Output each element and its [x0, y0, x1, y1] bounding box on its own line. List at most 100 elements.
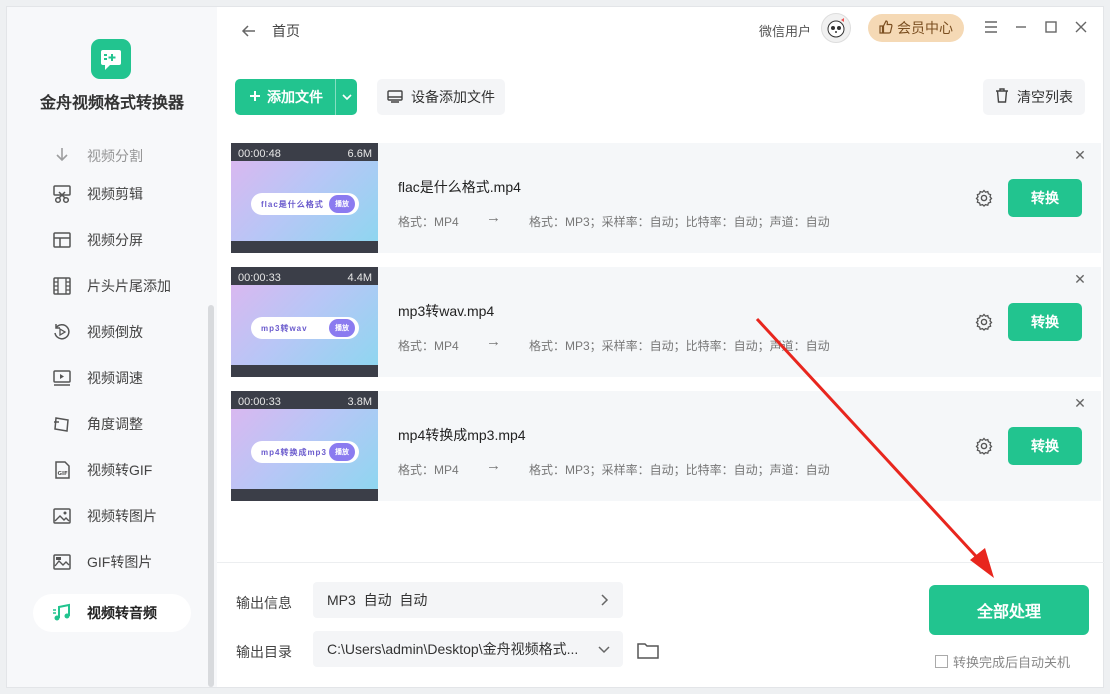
sidebar-item-video-to-audio[interactable]: 视频转音频: [33, 594, 191, 632]
trash-icon: [995, 88, 1009, 106]
sidebar-item-label: 视频分割: [87, 148, 143, 164]
sidebar-item-reverse[interactable]: 视频倒放: [33, 313, 191, 351]
gif-image-icon: [51, 551, 73, 573]
arrow-right-icon: →: [486, 333, 501, 350]
add-file-main[interactable]: 添加文件: [235, 79, 335, 115]
gear-icon[interactable]: [973, 187, 995, 209]
source-format: 格式：MP4: [398, 339, 459, 353]
thumbnail-title-pill: mp4转换成mp3 播放: [251, 441, 359, 463]
cut-icon: [51, 183, 73, 205]
sidebar-item-intro-outro[interactable]: 片头片尾添加: [33, 267, 191, 305]
scissors-split-icon: [51, 145, 73, 167]
convert-button[interactable]: 转换: [1008, 427, 1082, 465]
file-name: flac是什么格式.mp4: [398, 179, 521, 195]
file-size: 3.8M: [347, 396, 372, 408]
sidebar-item-gif-to-image[interactable]: GIF转图片: [33, 543, 191, 581]
auto-shutdown-checkbox[interactable]: [935, 655, 948, 668]
auto-shutdown-label: 转换完成后自动关机: [953, 655, 1071, 670]
device-icon: [387, 89, 403, 106]
process-all-button[interactable]: 全部处理: [929, 585, 1089, 635]
video-thumbnail: mp3转wav 播放 00:00:33 4.4M: [231, 267, 378, 377]
close-icon[interactable]: ✕: [1072, 395, 1088, 411]
minimize-icon[interactable]: [1011, 17, 1031, 37]
thumbnail-text: mp3转wav: [261, 323, 308, 333]
gear-icon[interactable]: [973, 311, 995, 333]
chevron-right-icon: [595, 591, 613, 609]
video-thumbnail: flac是什么格式 播放 00:00:48 6.6M: [231, 143, 378, 253]
output-info-select[interactable]: MP3 自动 自动: [313, 582, 623, 618]
sidebar-nav: 视频分割 视频剪辑 视频分屏 片头片尾添加 视频倒放 视频调速 角度调整 GIF…: [7, 137, 217, 687]
thumbnail-text: mp4转换成mp3: [261, 447, 327, 457]
add-file-button[interactable]: 添加文件: [235, 79, 357, 115]
sidebar-item-label: 视频倒放: [87, 324, 143, 340]
sidebar-item-video-to-gif[interactable]: GIF 视频转GIF: [33, 451, 191, 489]
sidebar-item-video-split[interactable]: 视频分割: [33, 137, 191, 175]
convert-button[interactable]: 转换: [1008, 303, 1082, 341]
breadcrumb[interactable]: 首页: [272, 21, 300, 41]
svg-text:GIF: GIF: [58, 471, 69, 477]
sidebar-item-label: 视频转图片: [87, 508, 157, 524]
avatar[interactable]: [821, 13, 851, 43]
thumbs-up-icon: [879, 19, 893, 37]
gear-icon[interactable]: [973, 435, 995, 457]
plus-icon: [249, 89, 261, 105]
file-size: 4.4M: [347, 272, 372, 284]
folder-icon[interactable]: [636, 638, 660, 662]
file-size: 6.6M: [347, 148, 372, 160]
target-format: 格式：MP3；采样率：自动；比特率：自动；声道：自动: [529, 339, 830, 353]
source-format: 格式：MP4: [398, 215, 459, 229]
close-window-icon[interactable]: [1071, 17, 1091, 37]
sidebar-item-label: 视频分屏: [87, 232, 143, 248]
sidebar-item-split-screen[interactable]: 视频分屏: [33, 221, 191, 259]
device-add-file-button[interactable]: 设备添加文件: [377, 79, 505, 115]
rotate-icon: [51, 413, 73, 435]
file-name: mp4转换成mp3.mp4: [398, 427, 526, 443]
sidebar-item-video-edit[interactable]: 视频剪辑: [33, 175, 191, 213]
user-name[interactable]: 微信用户: [759, 21, 811, 40]
video-duration: 00:00:33: [238, 272, 281, 284]
arrow-right-icon: →: [486, 209, 501, 226]
sidebar-item-label: 视频剪辑: [87, 186, 143, 202]
file-row: mp4转换成mp3 播放 00:00:33 3.8M mp4转换成mp3.mp4…: [231, 391, 1101, 501]
gif-icon: GIF: [51, 459, 73, 481]
sidebar-item-label: 角度调整: [87, 416, 143, 432]
thumbnail-text: flac是什么格式: [261, 199, 324, 209]
video-duration: 00:00:48: [238, 148, 281, 160]
output-dir-select[interactable]: C:\Users\admin\Desktop\金舟视频格式...: [313, 631, 623, 667]
divider: [217, 562, 1105, 563]
sidebar-item-label: 视频转音频: [87, 605, 157, 621]
sidebar-item-label: GIF转图片: [87, 554, 153, 570]
thumbnail-play-badge: 播放: [329, 443, 355, 461]
output-dir-value: C:\Users\admin\Desktop\金舟视频格式...: [327, 641, 579, 657]
file-row: mp3转wav 播放 00:00:33 4.4M mp3转wav.mp4 格式：…: [231, 267, 1101, 377]
sidebar-item-rotate[interactable]: 角度调整: [33, 405, 191, 443]
auto-shutdown-option[interactable]: 转换完成后自动关机: [935, 652, 1070, 671]
back-arrow-icon[interactable]: [239, 21, 259, 41]
thumbnail-title-pill: mp3转wav 播放: [251, 317, 359, 339]
close-icon[interactable]: ✕: [1072, 147, 1088, 163]
thumbnail-title-pill: flac是什么格式 播放: [251, 193, 359, 215]
output-info-label: 输出信息: [236, 595, 292, 611]
sidebar-item-label: 片头片尾添加: [87, 278, 171, 294]
close-icon[interactable]: ✕: [1072, 271, 1088, 287]
vip-center-button[interactable]: 会员中心: [868, 14, 964, 42]
sidebar-item-label: 视频调速: [87, 370, 143, 386]
chevron-down-icon[interactable]: [335, 79, 357, 115]
split-screen-icon: [51, 229, 73, 251]
music-icon: [51, 602, 73, 624]
vip-center-label: 会员中心: [897, 20, 953, 36]
convert-button[interactable]: 转换: [1008, 179, 1082, 217]
source-format: 格式：MP4: [398, 463, 459, 477]
video-duration: 00:00:33: [238, 396, 281, 408]
file-name: mp3转wav.mp4: [398, 303, 495, 319]
chevron-down-icon: [595, 640, 613, 658]
sidebar-item-speed[interactable]: 视频调速: [33, 359, 191, 397]
clear-list-button[interactable]: 清空列表: [983, 79, 1085, 115]
app-window: 金舟视频格式转换器 视频分割 视频剪辑 视频分屏 片头片尾添加 视频倒放 视频调…: [6, 6, 1105, 688]
menu-icon[interactable]: [981, 17, 1001, 37]
sidebar-item-video-to-image[interactable]: 视频转图片: [33, 497, 191, 535]
sidebar-scrollbar[interactable]: [208, 305, 214, 687]
maximize-icon[interactable]: [1041, 17, 1061, 37]
target-format: 格式：MP3；采样率：自动；比特率：自动；声道：自动: [529, 463, 830, 477]
thumbnail-play-badge: 播放: [329, 195, 355, 213]
